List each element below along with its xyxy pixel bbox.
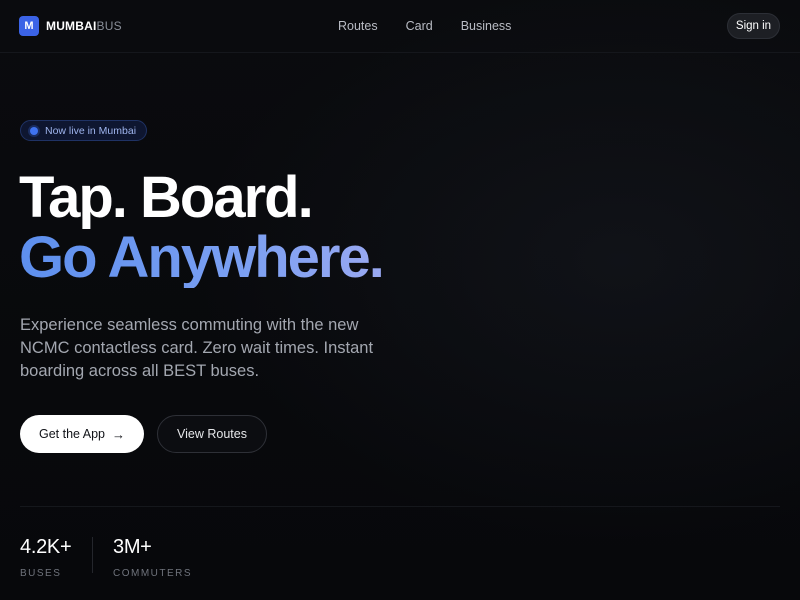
hero-description: Experience seamless commuting with the n… [20,316,374,380]
nav-link-routes[interactable]: Routes [338,19,378,33]
sign-in-button[interactable]: Sign in [727,13,780,39]
nav-link-card[interactable]: Card [406,19,433,33]
stat-commuters-value: 3M+ [113,536,152,558]
live-status-text: Now live in Mumbai [45,124,137,137]
stat-buses: 4.2K+ BUSES [20,536,72,579]
get-app-button[interactable]: Get the App → [20,415,144,453]
brand-name-bold: MUMBAI [46,19,97,33]
get-app-label: Get the App [38,427,106,441]
brand-mark-icon: M [19,16,39,36]
main-nav: Routes Card Business [338,19,539,33]
stat-buses-label: BUSES [20,568,62,579]
stat-commuters: 3M+ COMMUTERS [113,536,192,579]
top-navbar: M MUMBAIBUS Routes Card Business Sign in [0,0,800,53]
stat-commuters-label: COMMUTERS [113,568,193,579]
arrow-right-icon: → [112,426,126,442]
stat-separator [92,537,93,573]
nav-link-business[interactable]: Business [461,19,512,33]
live-status-badge: Now live in Mumbai [20,120,147,141]
brand-name: MUMBAIBUS [46,19,122,33]
brand-name-light: BUS [96,19,122,33]
stats-divider [20,506,780,507]
live-dot-icon [30,126,38,135]
headline-line-1: Tap. Board. [19,165,314,230]
stat-buses-value: 4.2K+ [20,536,72,558]
brand-logo[interactable]: M MUMBAIBUS [19,16,122,36]
view-routes-button[interactable]: View Routes [157,415,267,453]
headline-line-2: Go Anywhere. [19,225,385,290]
